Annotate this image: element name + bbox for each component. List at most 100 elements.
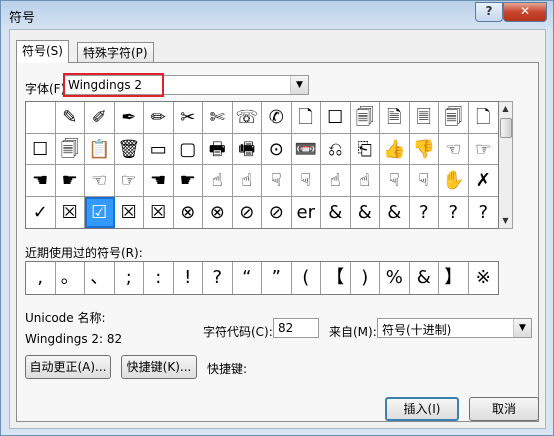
symbol-cell[interactable]: ☏	[232, 102, 262, 134]
symbol-cell[interactable]: ☚	[144, 165, 174, 197]
symbol-cell[interactable]: ✐	[85, 102, 115, 134]
symbol-cell[interactable]: 🗋	[291, 102, 321, 134]
symbol-cell[interactable]: ⊘	[262, 196, 292, 228]
symbol-cell[interactable]: ⊘	[233, 196, 262, 228]
symbol-cell[interactable]: 👎	[409, 133, 439, 165]
symbol-cell[interactable]: ☞	[114, 165, 144, 197]
symbol-cell[interactable]: ☜	[85, 165, 115, 197]
symbol-cell[interactable]: ✋	[439, 165, 469, 197]
symbol-cell[interactable]: ☐	[26, 133, 56, 165]
shortcut-key-button[interactable]: 快捷键(K)...	[121, 355, 197, 379]
symbol-cell[interactable]: ☟	[409, 165, 439, 197]
symbol-cell[interactable]: 🗑	[114, 133, 144, 165]
symbol-cell[interactable]: ☛	[55, 165, 85, 197]
char-code-input[interactable]: 82	[273, 318, 319, 338]
symbol-cell[interactable]: ✂	[173, 102, 203, 134]
recent-symbol-cell[interactable]: &	[410, 262, 439, 294]
symbol-cell[interactable]: ☝	[321, 165, 351, 197]
symbol-cell[interactable]: ☟	[291, 165, 321, 197]
symbol-cell[interactable]: ✆	[262, 102, 292, 134]
symbol-cell[interactable]: ✏	[144, 102, 174, 134]
scroll-down-icon[interactable]: ▼	[499, 214, 512, 228]
from-select[interactable]: 符号(十进制) ▼	[377, 318, 532, 338]
symbol-cell[interactable]: ⊗	[203, 196, 233, 228]
symbol-grid-scrollbar[interactable]: ▲ ▼	[499, 101, 513, 229]
recent-symbol-cell[interactable]: ”	[262, 262, 292, 294]
symbol-cell[interactable]: ☒	[115, 196, 144, 228]
symbol-cell[interactable]: ✄	[203, 102, 233, 134]
symbol-cell[interactable]: 🗎	[380, 102, 410, 134]
symbol-cell[interactable]: ✒	[114, 102, 144, 134]
recent-symbol-cell[interactable]: 、	[85, 262, 115, 294]
symbol-cell[interactable]: ☝	[203, 165, 233, 197]
recent-symbol-cell[interactable]: 【	[321, 262, 351, 294]
symbol-cell[interactable]: 🗏	[409, 102, 439, 134]
symbol-cell[interactable]: ☐	[321, 102, 351, 134]
tab-symbols[interactable]: 符号(S)	[16, 40, 69, 63]
symbol-cell-selected[interactable]: ☑	[85, 196, 115, 228]
recent-symbol-cell[interactable]: “	[233, 262, 262, 294]
recent-symbol-cell[interactable]: ?	[203, 262, 233, 294]
recent-symbol-cell[interactable]: 。	[56, 262, 85, 294]
help-button[interactable]: ?	[475, 2, 503, 22]
symbol-cell[interactable]: ✎	[55, 102, 85, 134]
symbol-cell[interactable]: ⎗	[350, 133, 380, 165]
symbol-cell[interactable]: ?	[469, 197, 499, 229]
symbol-cell[interactable]: &	[380, 196, 410, 228]
symbol-cell[interactable]: ☟	[262, 165, 292, 197]
symbol-cell[interactable]: ☒	[56, 196, 85, 228]
recent-symbol-cell[interactable]: %	[380, 262, 410, 294]
symbol-cell[interactable]: 📋	[85, 133, 115, 165]
symbol-cell[interactable]	[26, 102, 56, 134]
symbol-cell[interactable]: ✗	[468, 165, 498, 197]
chevron-down-icon[interactable]: ▼	[513, 319, 531, 337]
insert-button[interactable]: 插入(I)	[385, 397, 459, 421]
symbol-cell[interactable]: ☚	[26, 165, 56, 197]
symbol-cell[interactable]: ☝	[350, 165, 380, 197]
symbol-cell[interactable]: 📼	[291, 133, 321, 165]
cancel-button[interactable]: 取消	[469, 397, 539, 421]
symbol-cell[interactable]: 🗋	[468, 102, 498, 134]
symbol-cell[interactable]: ⊙	[262, 133, 292, 165]
scroll-up-icon[interactable]: ▲	[499, 102, 512, 116]
symbol-cell[interactable]: ▢	[173, 133, 203, 165]
dialog-title: 符号	[9, 11, 36, 26]
symbol-cell[interactable]: 👍	[380, 133, 410, 165]
recent-symbol-cell[interactable]: ,	[26, 262, 56, 294]
close-button[interactable]: ✕	[503, 2, 547, 22]
recent-symbol-cell[interactable]: ;	[115, 262, 144, 294]
title-bar[interactable]: 符号 ? ✕	[1, 1, 553, 29]
symbol-cell[interactable]: 🖶	[203, 133, 233, 165]
recent-symbol-cell[interactable]: )	[351, 262, 380, 294]
tab-special-characters[interactable]: 特殊字符(P)	[77, 42, 154, 62]
recent-symbols-grid[interactable]: ,。、;:!? “”(【)% &】 ※	[25, 261, 499, 295]
chevron-down-icon[interactable]: ▼	[290, 76, 308, 94]
recent-symbol-cell[interactable]: (	[292, 262, 321, 294]
symbol-cell[interactable]: er	[292, 196, 321, 228]
symbol-cell[interactable]: ☒	[144, 196, 174, 228]
recent-symbol-cell[interactable]: 】	[439, 262, 469, 294]
symbol-cell[interactable]: &	[321, 196, 351, 228]
symbol-cell[interactable]: ☛	[173, 165, 203, 197]
symbol-cell[interactable]: 🗐	[439, 102, 469, 134]
recent-symbol-cell[interactable]: ※	[469, 262, 499, 294]
symbol-cell[interactable]: ▭	[144, 133, 174, 165]
symbol-cell[interactable]: ?	[439, 196, 469, 228]
symbol-cell[interactable]: 🖷	[232, 133, 262, 165]
symbol-cell[interactable]: ⎌	[321, 133, 351, 165]
autocorrect-button[interactable]: 自动更正(A)...	[25, 355, 111, 379]
symbol-cell[interactable]: &	[351, 196, 380, 228]
symbol-cell[interactable]: ☟	[380, 165, 410, 197]
symbol-cell[interactable]: 🗐	[55, 133, 85, 165]
symbol-grid[interactable]: ✎ ✐ ✒ ✏ ✂ ✄ ☏ ✆ 🗋 ☐ 🗐 🗎 🗏 🗐 🗋 ☐ 🗐 📋 🗑 ▭ ▢ 🖶 🖷 ⊙ 📼 ⎌ ⎗ 👍 👎 ☜ ☞ ☚ ☛ ☜ ☞ ☚ ☛ ☝ ☝ ☟…	[25, 101, 499, 229]
symbol-cell[interactable]: ?	[410, 196, 439, 228]
symbol-cell[interactable]: ⊗	[174, 196, 203, 228]
symbol-cell[interactable]: ✓	[26, 196, 56, 228]
symbol-cell[interactable]: 🗐	[350, 102, 380, 134]
recent-symbol-cell[interactable]: !	[174, 262, 203, 294]
scroll-thumb[interactable]	[500, 118, 512, 138]
symbol-cell[interactable]: ☜	[439, 133, 469, 165]
symbol-cell[interactable]: ☝	[232, 165, 262, 197]
recent-symbol-cell[interactable]: :	[144, 262, 174, 294]
symbol-cell[interactable]: ☞	[468, 134, 498, 165]
